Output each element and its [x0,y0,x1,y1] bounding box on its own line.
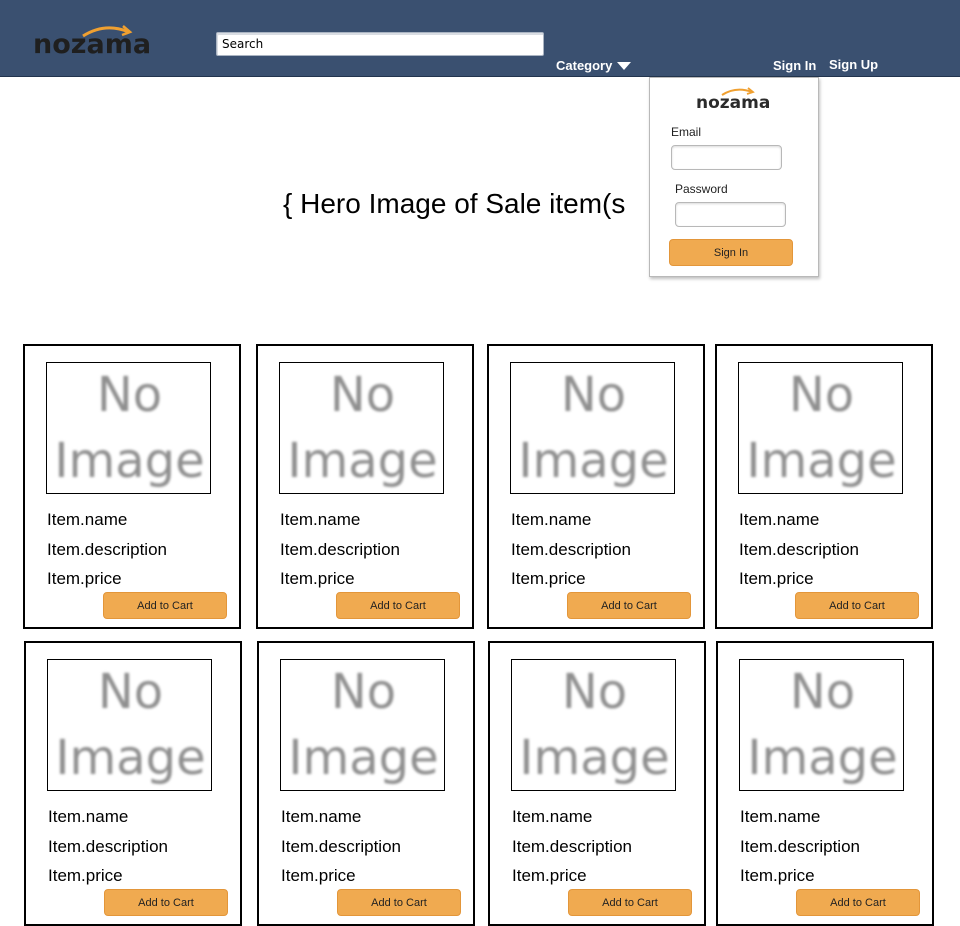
password-label: Password [675,182,728,196]
no-image-text-line1: No [97,664,164,720]
no-image-text-line1: No [96,367,163,423]
product-card[interactable]: No Image Item.name Item.description Item.pri… [716,641,934,926]
no-image-placeholder: No Image [738,362,903,494]
item-price: Item.price [511,569,586,588]
item-name: Item.name [511,510,592,529]
no-image-text-line1: No [560,367,627,423]
category-label: Category [556,58,613,73]
product-card[interactable]: No Image Item.name Item.description Item.pri… [256,344,474,629]
no-image-placeholder: No Image [510,362,675,494]
add-to-cart-button[interactable]: Add to Cart [795,592,919,619]
add-to-cart-button[interactable]: Add to Cart [568,889,692,916]
sign-in-link[interactable]: Sign In [773,57,816,75]
no-image-text-line2: Image [288,730,439,786]
no-image-text-line1: No [789,664,856,720]
item-price: Item.price [512,866,587,885]
no-image-text-line1: No [561,664,628,720]
item-price: Item.price [280,569,355,588]
no-image-placeholder: No Image [279,362,444,494]
email-label: Email [671,125,702,139]
add-to-cart-button[interactable]: Add to Cart [567,592,691,619]
no-image-text-line1: No [329,367,396,423]
no-image-text-line2: Image [747,730,898,786]
item-price: Item.price [739,569,814,588]
no-image-text-line1: No [788,367,855,423]
add-to-cart-button[interactable]: Add to Cart [796,889,920,916]
item-price: Item.price [281,866,356,885]
no-image-text-line2: Image [518,433,669,489]
logo-text: nozama [33,29,152,60]
item-name: Item.name [512,807,593,826]
product-card[interactable]: No Image Item.name Item.description Item.pri… [24,641,242,926]
add-to-cart-button[interactable]: Add to Cart [336,592,460,619]
no-image-placeholder: No Image [280,659,445,791]
item-description: Item.description [47,540,167,559]
category-dropdown[interactable]: Category [556,57,632,75]
item-description: Item.description [512,837,632,856]
product-card[interactable]: No Image Item.name Item.description Item.pri… [487,344,705,629]
item-name: Item.name [739,510,820,529]
item-name: Item.name [280,510,361,529]
password-field[interactable] [675,202,786,227]
item-description: Item.description [511,540,631,559]
sign-in-dropdown-panel: nozama Email Password Sign In [649,77,819,277]
sign-up-link[interactable]: Sign Up [829,56,878,74]
add-to-cart-button[interactable]: Add to Cart [337,889,461,916]
item-price: Item.price [48,866,123,885]
item-description: Item.description [48,837,168,856]
product-card[interactable]: No Image Item.name Item.description Item.pri… [23,344,241,629]
no-image-placeholder: No Image [739,659,904,791]
item-description: Item.description [739,540,859,559]
item-name: Item.name [48,807,129,826]
add-to-cart-button[interactable]: Add to Cart [104,889,228,916]
hero-placeholder-text: { Hero Image of Sale item(s [283,188,626,219]
item-name: Item.name [281,807,362,826]
no-image-text-line2: Image [519,730,670,786]
caret-down-icon [617,62,632,70]
top-navigation-bar: nozama Category Sign In Sign Up [0,0,960,77]
email-field[interactable] [671,145,782,170]
item-description: Item.description [740,837,860,856]
no-image-text-line1: No [330,664,397,720]
login-logo-text: nozama [696,93,771,113]
product-card[interactable]: No Image Item.name Item.description Item.pri… [715,344,933,629]
item-name: Item.name [740,807,821,826]
product-card[interactable]: No Image Item.name Item.description Item.pri… [488,641,706,926]
item-name: Item.name [47,510,128,529]
no-image-text-line2: Image [54,433,205,489]
item-price: Item.price [740,866,815,885]
no-image-text-line2: Image [55,730,206,786]
no-image-text-line2: Image [287,433,438,489]
sign-in-submit-button[interactable]: Sign In [669,239,793,266]
search-input[interactable] [216,32,544,56]
no-image-placeholder: No Image [46,362,211,494]
item-description: Item.description [280,540,400,559]
item-description: Item.description [281,837,401,856]
no-image-text-line2: Image [746,433,897,489]
no-image-placeholder: No Image [47,659,212,791]
nozama-logo[interactable]: nozama [33,22,152,62]
product-card[interactable]: No Image Item.name Item.description Item.pri… [257,641,475,926]
add-to-cart-button[interactable]: Add to Cart [103,592,227,619]
no-image-placeholder: No Image [511,659,676,791]
item-price: Item.price [47,569,122,588]
